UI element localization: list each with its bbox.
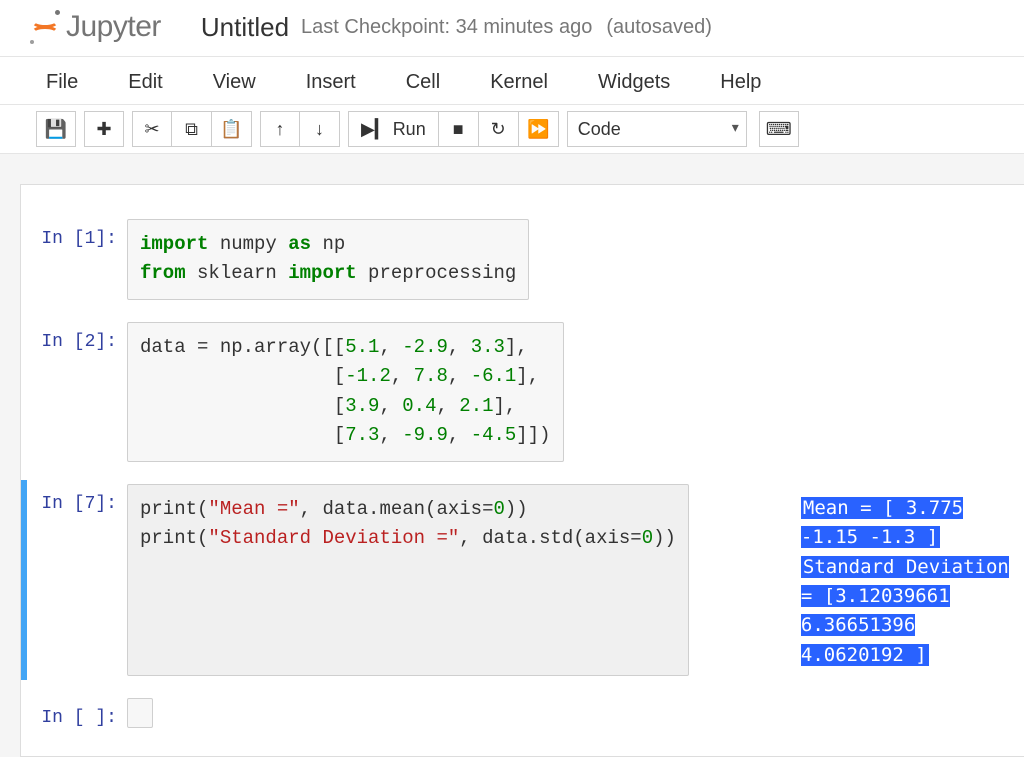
move-down-button[interactable]: ↓ [300, 111, 340, 147]
code-input[interactable]: print("Mean =", data.mean(axis=0)) print… [127, 484, 689, 677]
menu-view[interactable]: View [203, 61, 276, 104]
notebook-container: In [1]:import numpy as np from sklearn i… [0, 154, 1024, 757]
run-icon: ▶▎ [361, 119, 389, 140]
command-palette-button[interactable]: ⌨ [759, 111, 799, 147]
menu-widgets[interactable]: Widgets [588, 61, 690, 104]
keyboard-icon: ⌨ [766, 119, 792, 140]
plus-icon: ✚ [96, 119, 111, 140]
tool-bar: 💾 ✚ ✂ ⧉ 📋 ↑ ↓ ▶▎ Run ■ ↻ ⏩ Code ⌨ [0, 105, 1024, 154]
notebook-inner: In [1]:import numpy as np from sklearn i… [20, 184, 1024, 757]
stop-icon: ■ [453, 119, 464, 140]
cell-type-select[interactable]: Code [567, 111, 747, 147]
input-prompt: In [1]: [27, 219, 127, 300]
menu-file[interactable]: File [36, 61, 98, 104]
copy-icon: ⧉ [185, 119, 198, 140]
paste-button[interactable]: 📋 [212, 111, 252, 147]
menu-cell[interactable]: Cell [396, 61, 460, 104]
menu-edit[interactable]: Edit [118, 61, 182, 104]
header-bar: Jupyter Untitled Last Checkpoint: 34 min… [0, 0, 1024, 57]
code-cell[interactable]: In [1]:import numpy as np from sklearn i… [21, 215, 1024, 304]
menu-help[interactable]: Help [710, 61, 781, 104]
jupyter-logo[interactable]: Jupyter [30, 10, 161, 44]
menu-kernel[interactable]: Kernel [480, 61, 568, 104]
notebook-title[interactable]: Untitled [201, 12, 289, 43]
save-icon: 💾 [45, 119, 67, 140]
input-prompt: In [ ]: [27, 698, 127, 728]
code-cell[interactable]: In [7]:print("Mean =", data.mean(axis=0)… [21, 480, 1024, 681]
fast-forward-icon: ⏩ [527, 119, 549, 140]
scissors-icon: ✂ [144, 119, 159, 140]
input-prompt: In [2]: [27, 322, 127, 462]
code-cell[interactable]: In [ ]: [21, 694, 1024, 732]
restart-icon: ↻ [491, 119, 506, 140]
menu-insert[interactable]: Insert [296, 61, 376, 104]
code-input[interactable]: import numpy as np from sklearn import p… [127, 219, 529, 300]
interrupt-button[interactable]: ■ [439, 111, 479, 147]
output-text-selected: Mean = [ 3.775 -1.15 -1.3 ] [801, 497, 963, 548]
jupyter-logo-icon [30, 10, 60, 44]
jupyter-logo-text: Jupyter [66, 10, 161, 44]
output-text-selected: Standard Deviation = [3.12039661 6.36651… [801, 556, 1009, 666]
copy-button[interactable]: ⧉ [172, 111, 212, 147]
run-button[interactable]: ▶▎ Run [348, 111, 439, 147]
arrow-up-icon: ↑ [276, 119, 285, 140]
cell-output: Mean = [ 3.775 -1.15 -1.3 ] Standard Devi… [789, 484, 1024, 677]
code-input[interactable] [127, 698, 153, 728]
output-prompt [689, 484, 789, 677]
save-button[interactable]: 💾 [36, 111, 76, 147]
run-label: Run [393, 119, 426, 140]
restart-run-all-button[interactable]: ⏩ [519, 111, 559, 147]
menu-bar: File Edit View Insert Cell Kernel Widget… [0, 57, 1024, 105]
autosave-status: (autosaved) [606, 16, 712, 39]
cut-button[interactable]: ✂ [132, 111, 172, 147]
restart-button[interactable]: ↻ [479, 111, 519, 147]
input-prompt: In [7]: [27, 484, 127, 677]
paste-icon: 📋 [220, 119, 242, 140]
add-cell-button[interactable]: ✚ [84, 111, 124, 147]
code-input[interactable]: data = np.array([[5.1, -2.9, 3.3], [-1.2… [127, 322, 564, 462]
code-cell[interactable]: In [2]:data = np.array([[5.1, -2.9, 3.3]… [21, 318, 1024, 466]
checkpoint-status: Last Checkpoint: 34 minutes ago [301, 16, 592, 39]
arrow-down-icon: ↓ [315, 119, 324, 140]
move-up-button[interactable]: ↑ [260, 111, 300, 147]
